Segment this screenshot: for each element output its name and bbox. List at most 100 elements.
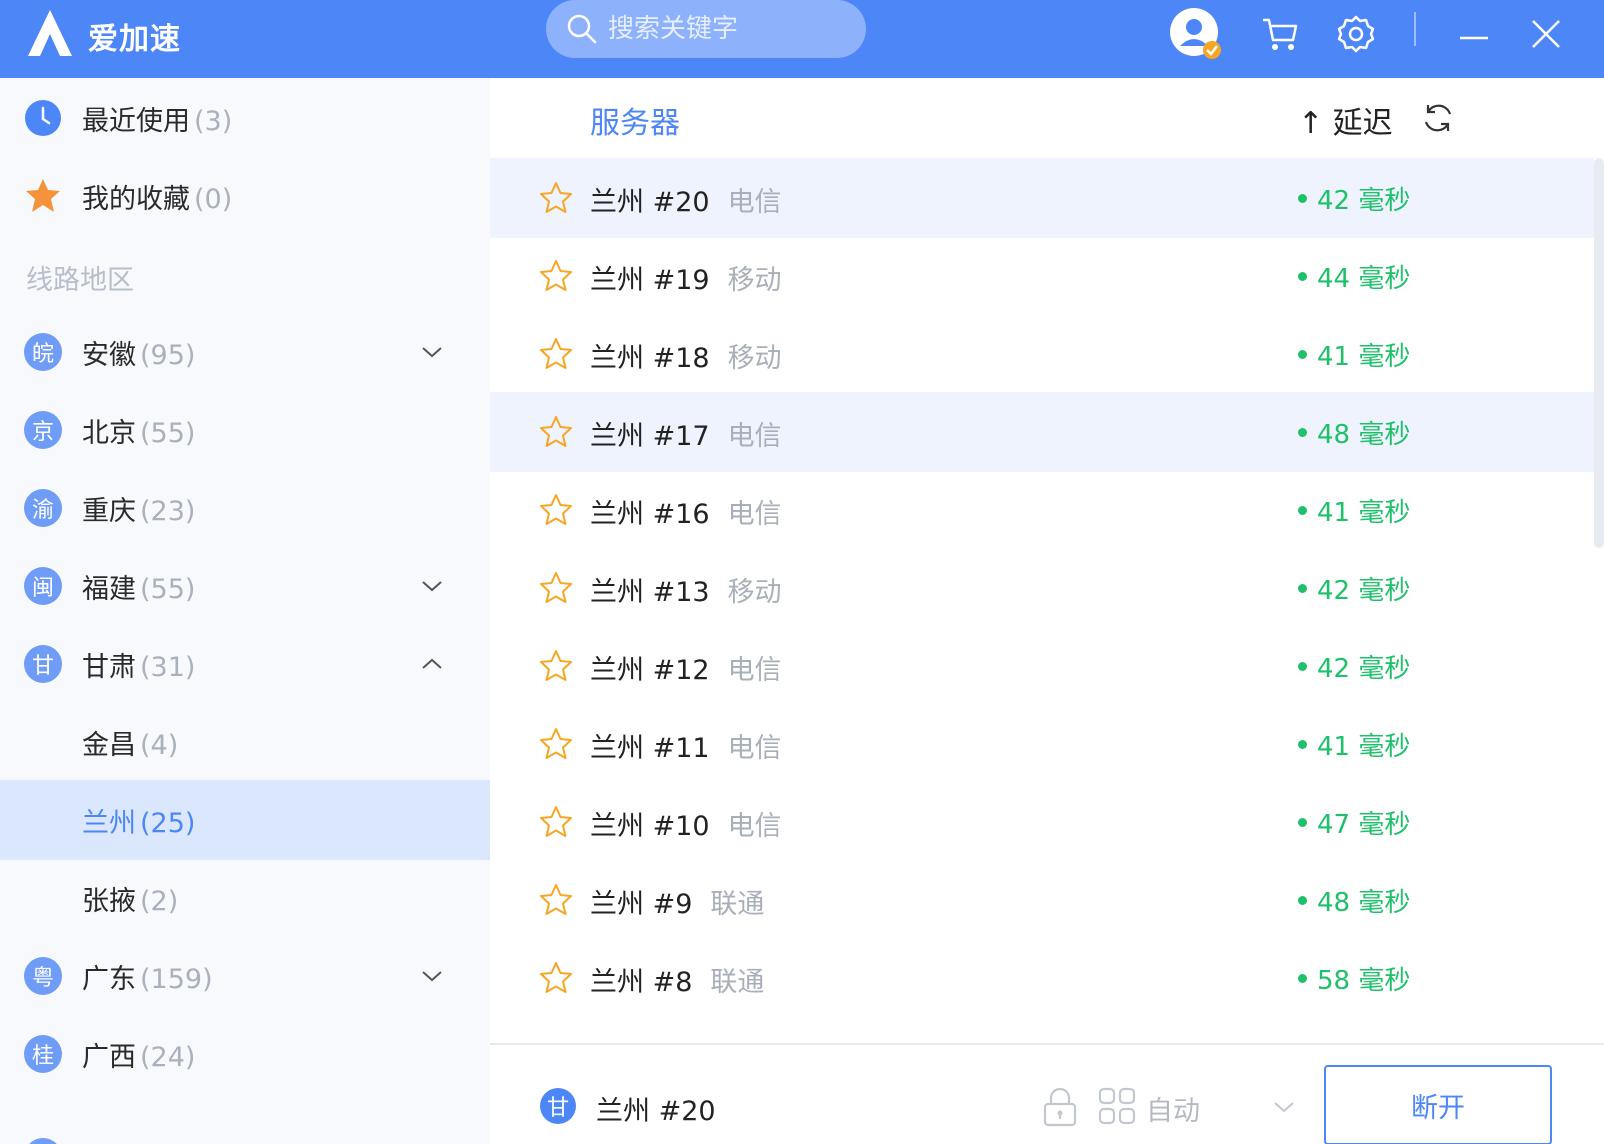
- close-button[interactable]: [1518, 6, 1574, 62]
- minimize-icon: [1460, 36, 1488, 40]
- sidebar-item-label: 广西 (24): [82, 1041, 196, 1073]
- server-isp: 电信: [727, 421, 782, 452]
- server-row[interactable]: 兰州 #16 电信 41 毫秒: [490, 470, 1594, 550]
- mode-select-value[interactable]: 自动: [1146, 1089, 1200, 1128]
- sort-by-latency[interactable]: ↑ 延迟: [1298, 98, 1393, 142]
- star-outline-icon[interactable]: [538, 960, 574, 996]
- region-badge: 京: [24, 411, 62, 449]
- status-dot: [1298, 662, 1307, 671]
- sidebar-item-label: 最近使用 (3): [82, 105, 233, 137]
- server-row[interactable]: 兰州 #17 电信 48 毫秒: [490, 392, 1594, 472]
- list-header: 服务器 ↑ 延迟: [490, 78, 1604, 158]
- sidebar-item-label: 安徽 (95): [82, 339, 196, 371]
- server-latency: 41 毫秒: [1298, 726, 1410, 763]
- sidebar-item-guangdong[interactable]: 粤 广东 (159): [0, 936, 490, 1016]
- sidebar-item-beijing[interactable]: 京 北京 (55): [0, 390, 490, 470]
- server-latency: 58 毫秒: [1298, 960, 1410, 997]
- star-outline-icon[interactable]: [538, 336, 574, 372]
- star-outline-icon[interactable]: [538, 180, 574, 216]
- server-latency: 42 毫秒: [1298, 180, 1410, 217]
- status-dot: [1298, 506, 1307, 515]
- star-outline-icon[interactable]: [538, 414, 574, 450]
- close-icon: [1532, 20, 1560, 48]
- star-outline-icon[interactable]: [538, 882, 574, 918]
- gear-icon: [1337, 15, 1375, 53]
- server-row[interactable]: 兰州 #8 联通 58 毫秒: [490, 938, 1594, 1018]
- sidebar-item-recent[interactable]: 最近使用 (3): [0, 78, 490, 158]
- region-section-title: 线路地区: [26, 265, 134, 296]
- chevron-down-icon[interactable]: [418, 338, 446, 366]
- status-dot: [1298, 896, 1307, 905]
- lock-icon[interactable]: [1042, 1087, 1078, 1127]
- chevron-down-icon[interactable]: [1272, 1095, 1296, 1119]
- star-outline-icon[interactable]: [538, 570, 574, 606]
- star-outline-icon[interactable]: [538, 804, 574, 840]
- server-name: 兰州 #13 移动: [590, 577, 782, 608]
- server-row[interactable]: 兰州 #18 移动 41 毫秒: [490, 314, 1594, 394]
- region-badge: 粤: [24, 957, 62, 995]
- current-server-name: 兰州 #20: [596, 1096, 716, 1127]
- server-isp: 移动: [727, 577, 782, 608]
- settings-button[interactable]: [1328, 6, 1384, 62]
- scrollbar[interactable]: [1594, 158, 1604, 548]
- server-row[interactable]: 兰州 #13 移动 42 毫秒: [490, 548, 1594, 628]
- server-row[interactable]: 兰州 #20 电信 42 毫秒: [490, 158, 1594, 238]
- star-outline-icon[interactable]: [538, 492, 574, 528]
- sidebar-item-chongqing[interactable]: 渝 重庆 (23): [0, 468, 490, 548]
- disconnect-button[interactable]: 断开: [1324, 1065, 1552, 1144]
- cart-icon: [1263, 18, 1298, 50]
- server-isp: 电信: [727, 733, 782, 764]
- server-name: 兰州 #20 电信: [590, 187, 782, 218]
- clock-icon: [25, 100, 61, 136]
- sidebar-item-partial[interactable]: [0, 1092, 490, 1144]
- chevron-down-icon[interactable]: [418, 962, 446, 990]
- server-name: 兰州 #19 移动: [590, 265, 782, 296]
- sidebar-item-label: 重庆 (23): [82, 495, 196, 527]
- sidebar-item-label: 兰州 (25): [82, 807, 196, 839]
- refresh-icon[interactable]: [1420, 100, 1456, 136]
- server-row[interactable]: 兰州 #10 电信 47 毫秒: [490, 782, 1594, 862]
- star-outline-icon[interactable]: [538, 726, 574, 762]
- user-avatar-button[interactable]: [1168, 6, 1224, 62]
- column-header-server[interactable]: 服务器: [590, 98, 680, 142]
- status-dot: [1298, 584, 1307, 593]
- grid-mode-icon: [1098, 1087, 1136, 1125]
- search-input[interactable]: [608, 8, 848, 50]
- server-isp: 电信: [727, 655, 782, 686]
- server-isp: 移动: [727, 265, 782, 296]
- server-row[interactable]: 兰州 #11 电信 41 毫秒: [490, 704, 1594, 784]
- region-badge: 桂: [24, 1035, 62, 1073]
- server-row[interactable]: 兰州 #19 移动 44 毫秒: [490, 236, 1594, 316]
- star-outline-icon[interactable]: [538, 258, 574, 294]
- status-dot: [1298, 428, 1307, 437]
- sidebar-item-favorites[interactable]: 我的收藏 (0): [0, 156, 490, 236]
- server-name: 兰州 #9 联通: [590, 889, 765, 920]
- sidebar-item-lanzhou[interactable]: 兰州 (25): [0, 780, 490, 860]
- sidebar-item-anhui[interactable]: 皖 安徽 (95): [0, 312, 490, 392]
- minimize-button[interactable]: [1446, 6, 1502, 62]
- server-row[interactable]: 兰州 #9 联通 48 毫秒: [490, 860, 1594, 940]
- server-latency: 41 毫秒: [1298, 492, 1410, 529]
- status-dot: [1298, 194, 1307, 203]
- sidebar-item-fujian[interactable]: 闽 福建 (55): [0, 546, 490, 626]
- star-outline-icon[interactable]: [538, 648, 574, 684]
- server-row[interactable]: 兰州 #12 电信 42 毫秒: [490, 626, 1594, 706]
- sidebar-item-jinchang[interactable]: 金昌 (4): [0, 702, 490, 782]
- sidebar-item-zhangye[interactable]: 张掖 (2): [0, 858, 490, 938]
- region-badge: 皖: [24, 333, 62, 371]
- server-latency: 42 毫秒: [1298, 570, 1410, 607]
- region-sidebar: 最近使用 (3) 我的收藏 (0) 线路地区 皖 安徽 (95) 京 北京 (55) 渝…: [0, 78, 490, 1144]
- cart-button[interactable]: [1252, 6, 1308, 62]
- region-badge: 渝: [24, 489, 62, 527]
- sidebar-item-gansu[interactable]: 甘 甘肃 (31): [0, 624, 490, 704]
- titlebar-divider: [1414, 12, 1416, 46]
- sidebar-item-label: 甘肃 (31): [82, 651, 196, 683]
- sidebar-item-guangxi[interactable]: 桂 广西 (24): [0, 1014, 490, 1094]
- chevron-up-icon[interactable]: [418, 650, 446, 678]
- sidebar-item-label: 张掖 (2): [82, 885, 179, 917]
- region-badge: 甘: [24, 645, 62, 683]
- server-isp: 联通: [710, 889, 765, 920]
- status-dot: [1298, 272, 1307, 281]
- search-box[interactable]: [546, 0, 866, 58]
- chevron-down-icon[interactable]: [418, 572, 446, 600]
